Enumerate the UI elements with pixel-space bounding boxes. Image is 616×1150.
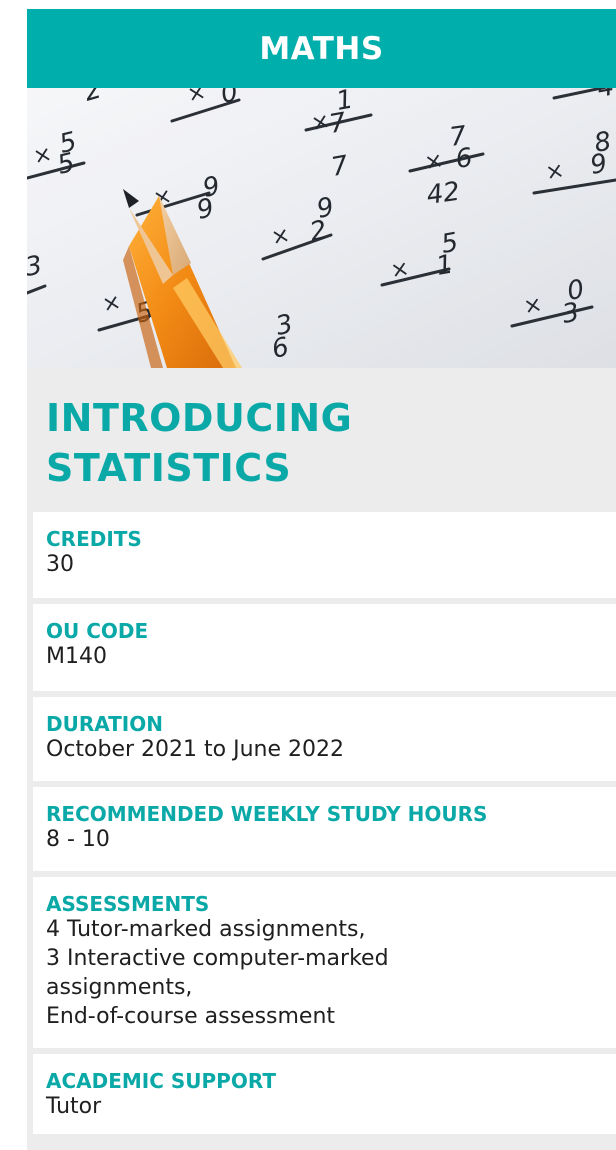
credits-section: CREDITS 30: [33, 512, 616, 598]
assessment-line: 4 Tutor-marked assignments,: [46, 917, 366, 942]
weekly-study-hours-value: 8 - 10: [46, 825, 604, 854]
credits-value: 30: [46, 550, 604, 579]
assessments-section: ASSESSMENTS 4 Tutor-marked assignments, …: [33, 877, 616, 1048]
weekly-study-hours-section: RECOMMENDED WEEKLY STUDY HOURS 8 - 10: [33, 787, 616, 871]
weekly-study-hours-value-line: 8 - 10: [46, 827, 110, 852]
assessments-value: 4 Tutor-marked assignments, 3 Interactiv…: [46, 915, 604, 1031]
assessment-line: 3 Interactive computer-marked: [46, 946, 389, 971]
course-title: INTRODUCING STATISTICS: [46, 396, 353, 490]
assessments-label: ASSESSMENTS: [46, 892, 210, 916]
ou-code-section: OU CODE M140: [33, 604, 616, 691]
ou-code-label: OU CODE: [46, 619, 149, 643]
ou-code-value-line: M140: [46, 644, 107, 669]
assessment-line: End-of-course assessment: [46, 1004, 336, 1029]
page: MATHS 2 0 5 5 1 7 7 7 6 42 8 9 9 9 9 2 5…: [0, 0, 616, 1150]
ou-code-value: M140: [46, 642, 604, 671]
academic-support-value: Tutor: [46, 1092, 604, 1121]
worksheet-illustration: 2 0 5 5 1 7 7 7 6 42 4 8 9 9 9 9 2: [27, 88, 616, 368]
weekly-study-hours-label: RECOMMENDED WEEKLY STUDY HOURS: [46, 802, 488, 826]
duration-value-line: October 2021 to June 2022: [46, 737, 344, 762]
academic-support-section: ACADEMIC SUPPORT Tutor: [33, 1054, 616, 1134]
duration-value: October 2021 to June 2022: [46, 735, 604, 764]
svg-text:42: 42: [425, 177, 462, 211]
subject-header: MATHS: [27, 9, 616, 88]
course-details: CREDITS 30 OU CODE M140 DURATION October…: [27, 512, 616, 1134]
academic-support-value-line: Tutor: [46, 1094, 102, 1119]
credits-value-line: 30: [46, 552, 74, 577]
subject-title: MATHS: [259, 30, 384, 67]
academic-support-label: ACADEMIC SUPPORT: [46, 1069, 276, 1093]
credits-label: CREDITS: [46, 527, 142, 551]
course-title-area: INTRODUCING STATISTICS: [27, 368, 616, 512]
duration-label: DURATION: [46, 712, 163, 736]
maths-worksheet-pencil-image: 2 0 5 5 1 7 7 7 6 42 4 8 9 9 9 9 2: [27, 88, 616, 368]
assessment-line: assignments,: [46, 975, 193, 1000]
course-card: MATHS 2 0 5 5 1 7 7 7 6 42 8 9 9 9 9 2 5…: [27, 9, 616, 1150]
duration-section: DURATION October 2021 to June 2022: [33, 697, 616, 781]
